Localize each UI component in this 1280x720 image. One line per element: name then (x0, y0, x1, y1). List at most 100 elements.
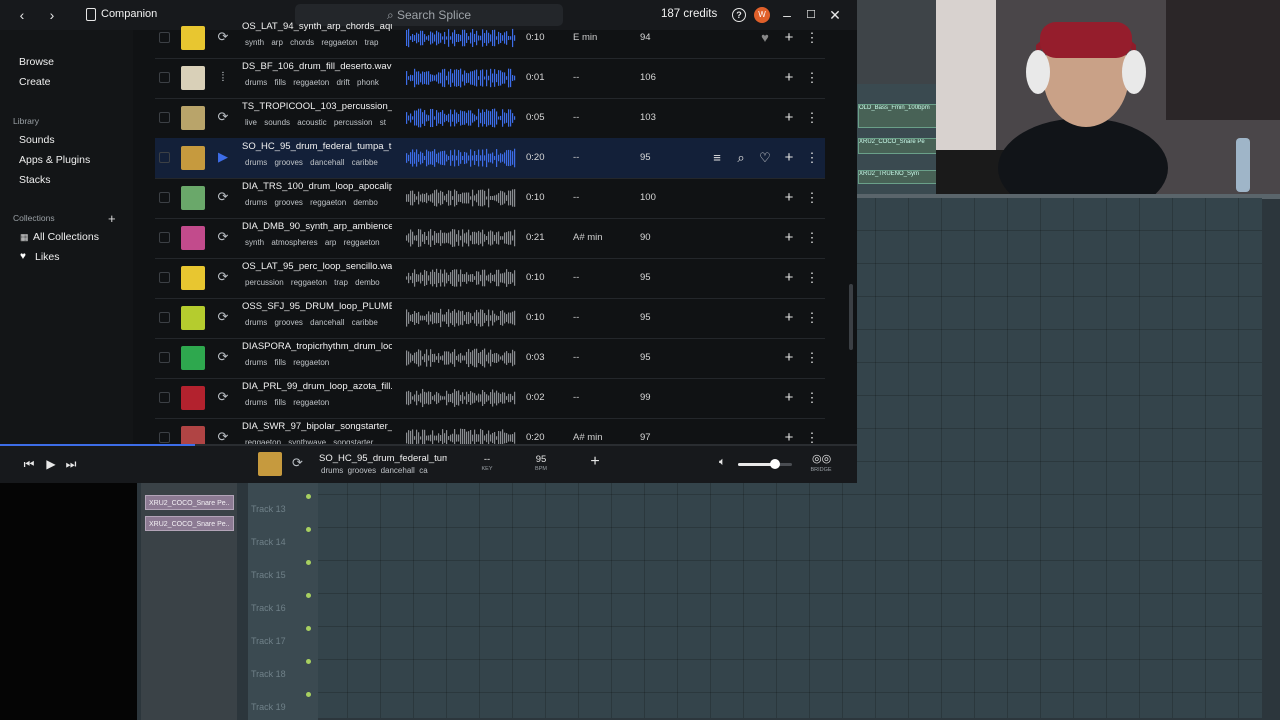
waveform[interactable] (406, 147, 516, 169)
oneshot-icon[interactable]: ⦙ (215, 68, 231, 86)
more-options-icon[interactable]: ⋮ (804, 350, 820, 366)
waveform[interactable] (406, 27, 516, 49)
channel-clip[interactable]: XRU2_COCO_Snare Pe.. (145, 516, 234, 531)
sample-tags[interactable]: synth arp chords reggaeton trap (245, 38, 393, 47)
add-icon[interactable]: + (781, 110, 797, 126)
loop-icon[interactable]: ⟳ (215, 228, 231, 246)
more-options-icon[interactable]: ⋮ (804, 70, 820, 86)
track-led[interactable] (306, 659, 311, 664)
track-label[interactable]: Track 13 (251, 504, 286, 514)
like-icon[interactable]: ♡ (757, 150, 773, 166)
track-led[interactable] (306, 692, 311, 697)
nav-browse[interactable]: Browse (19, 56, 54, 68)
mini-clip[interactable]: XRU2_TRUENO_Sym (858, 170, 938, 184)
bridge-icon[interactable]: ◎◎ (812, 452, 831, 465)
sample-tags[interactable]: drums fills reggaeton (245, 358, 393, 367)
row-checkbox[interactable] (159, 152, 170, 163)
mini-clip[interactable]: XRU2_COCO_Snare Pe (858, 138, 938, 154)
loop-icon[interactable]: ⟳ (215, 308, 231, 326)
waveform[interactable] (406, 347, 516, 369)
waveform[interactable] (406, 307, 516, 329)
nav-likes[interactable]: Likes (35, 251, 60, 263)
companion-label[interactable]: Companion (101, 8, 157, 20)
like-icon[interactable]: ♥ (757, 30, 773, 46)
add-to-stack-icon[interactable]: ≡ (709, 150, 725, 166)
more-options-icon[interactable]: ⋮ (804, 110, 820, 126)
sample-tags[interactable]: drums grooves reggaeton dembo (245, 198, 393, 207)
row-checkbox[interactable] (159, 272, 170, 283)
add-icon[interactable]: + (781, 150, 797, 166)
play-icon[interactable]: ▶ (215, 148, 231, 166)
sample-row[interactable]: ▶ SO_HC_95_drum_federal_tumpa_tu drums gro… (155, 138, 825, 179)
channel-clip[interactable]: XRU2_COCO_Snare Pe.. (145, 495, 234, 510)
add-icon[interactable]: + (781, 190, 797, 206)
loop-icon[interactable]: ⟳ (215, 28, 231, 46)
sample-name[interactable]: DIA_PRL_99_drum_loop_azota_fill.w (242, 381, 392, 392)
sample-name[interactable]: DIA_DMB_90_synth_arp_ambience_ (242, 221, 392, 232)
row-checkbox[interactable] (159, 112, 170, 123)
waveform[interactable] (406, 267, 516, 289)
add-icon[interactable]: + (781, 310, 797, 326)
add-icon[interactable]: + (781, 390, 797, 406)
row-checkbox[interactable] (159, 392, 170, 403)
sample-tags[interactable]: drums fills reggaeton drift phonk (245, 78, 393, 87)
row-checkbox[interactable] (159, 72, 170, 83)
track-label[interactable]: Track 14 (251, 537, 286, 547)
previous-button[interactable]: ⏮ (20, 455, 38, 473)
loop-icon[interactable]: ⟳ (215, 268, 231, 286)
mini-clip[interactable]: OLD_Bass_Fmin_100bpm (858, 104, 938, 128)
back-button[interactable]: ‹ (12, 5, 32, 25)
sample-name[interactable]: DIA_SWR_97_bipolar_songstarter_i (242, 421, 392, 432)
track-led[interactable] (306, 560, 311, 565)
sample-row[interactable]: ⟳ OS_LAT_95_perc_loop_sencillo.wavpercuss… (155, 258, 825, 299)
companion-icon[interactable] (86, 8, 96, 21)
nav-sounds[interactable]: Sounds (19, 134, 55, 146)
add-icon[interactable]: + (781, 270, 797, 286)
row-checkbox[interactable] (159, 432, 170, 443)
add-icon[interactable]: + (781, 30, 797, 46)
waveform[interactable] (406, 227, 516, 249)
more-options-icon[interactable]: ⋮ (804, 390, 820, 406)
player-sample-name[interactable]: SO_HC_95_drum_federal_tum (319, 453, 447, 464)
waveform[interactable] (406, 187, 516, 209)
add-icon[interactable]: + (781, 230, 797, 246)
loop-icon[interactable]: ⟳ (215, 188, 231, 206)
nav-stacks[interactable]: Stacks (19, 174, 51, 186)
sample-name[interactable]: TS_TROPICOOL_103_percussion_lo (242, 101, 392, 112)
sample-tags[interactable]: percussion reggaeton trap dembo (245, 278, 393, 287)
waveform[interactable] (406, 107, 516, 129)
volume-knob[interactable] (770, 459, 780, 469)
row-checkbox[interactable] (159, 232, 170, 243)
more-options-icon[interactable]: ⋮ (804, 30, 820, 46)
add-icon[interactable]: + (781, 70, 797, 86)
forward-button[interactable]: › (42, 5, 62, 25)
track-led[interactable] (306, 626, 311, 631)
loop-icon[interactable]: ⟳ (215, 348, 231, 366)
sample-row[interactable]: ⦙ DS_BF_106_drum_fill_deserto.wav drums fi… (155, 58, 825, 99)
sample-name[interactable]: OSS_SFJ_95_DRUM_loop_PLUME.w (242, 301, 392, 312)
sample-tags[interactable]: synth atmospheres arp reggaeton (245, 238, 393, 247)
sample-row[interactable]: ⟳ TS_TROPICOOL_103_percussion_lo live soun… (155, 98, 825, 139)
more-options-icon[interactable]: ⋮ (804, 150, 820, 166)
sample-name[interactable]: OS_LAT_95_perc_loop_sencillo.wav (242, 261, 392, 272)
nav-all-collections[interactable]: All Collections (33, 231, 99, 243)
track-label[interactable]: Track 18 (251, 669, 286, 679)
loop-icon[interactable]: ⟳ (215, 388, 231, 406)
sample-row[interactable]: ⟳ OSS_SFJ_95_DRUM_loop_PLUME.wdrums groov… (155, 298, 825, 339)
sample-tags[interactable]: drums grooves dancehall caribbe (245, 318, 393, 327)
sample-name[interactable]: DIA_TRS_100_drum_loop_apocalipe (242, 181, 392, 192)
sample-row[interactable]: ⟳ DIASPORA_tropicrhythm_drum_loo drums fil… (155, 338, 825, 379)
volume-icon[interactable]: 🔈︎ (719, 456, 726, 469)
row-checkbox[interactable] (159, 312, 170, 323)
more-options-icon[interactable]: ⋮ (804, 190, 820, 206)
more-options-icon[interactable]: ⋮ (804, 230, 820, 246)
sample-tags[interactable]: drums grooves dancehall caribbe (245, 158, 393, 167)
sample-tags[interactable]: live sounds acoustic percussion st (245, 118, 393, 127)
nav-create[interactable]: Create (19, 76, 51, 88)
sample-tags[interactable]: drums fills reggaeton (245, 398, 393, 407)
row-checkbox[interactable] (159, 352, 170, 363)
nav-apps-plugins[interactable]: Apps & Plugins (19, 154, 90, 166)
close-button[interactable]: ✕ (825, 5, 845, 25)
scrollbar[interactable] (849, 284, 853, 350)
waveform[interactable] (406, 67, 516, 89)
